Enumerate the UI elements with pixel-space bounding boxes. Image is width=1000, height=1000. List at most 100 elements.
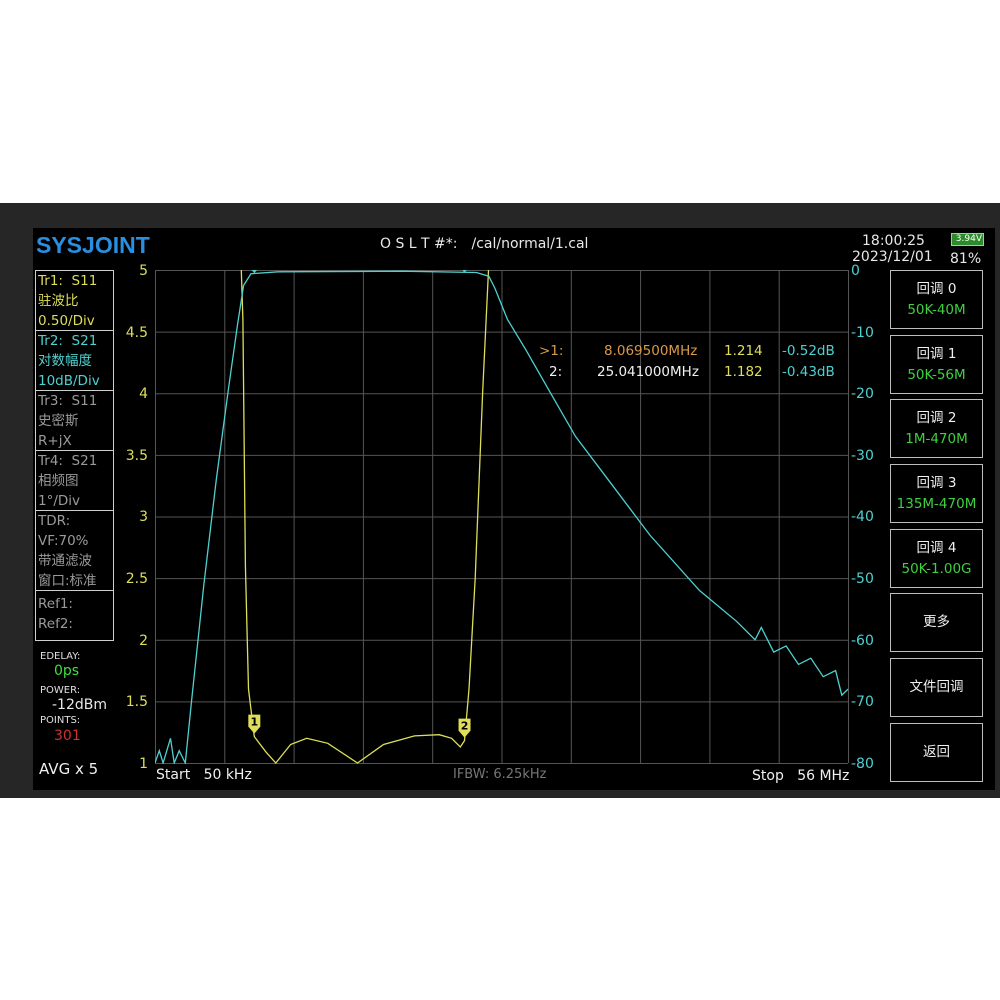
ref1-label: Ref1: [38, 596, 73, 612]
button-label: 文件回调 [909, 679, 964, 695]
start-frequency[interactable]: Start 50 kHz [156, 767, 252, 783]
left-axis-tick: 1.5 [125, 694, 148, 711]
button-range: 50K-40M [907, 301, 966, 318]
left-axis-tick: 2.5 [125, 571, 148, 587]
left-axis-tick: 4 [139, 386, 148, 403]
trace-2-box[interactable]: Tr2: S21 对数幅度 10dB/Div [35, 330, 114, 391]
freq-main: 25.041 [597, 364, 645, 380]
marker-2-freq: 25.041000MHz [597, 364, 699, 380]
tdr-window: 窗口:标准 [38, 573, 97, 589]
right-axis-tick: -40 [851, 509, 874, 526]
button-label: 回调 3 [916, 474, 957, 491]
marker-2-s21: -0.43dB [782, 364, 835, 380]
ifbw-status: IFBW: 6.25kHz [453, 767, 547, 782]
right-axis-tick: -10 [851, 324, 874, 341]
right-axis-tick: -80 [851, 755, 874, 772]
points-value: 301 [54, 728, 81, 744]
left-axis-tick: 3 [139, 509, 148, 526]
trace-scale: 10dB/Div [38, 373, 100, 389]
marker-1-id: >1: [539, 343, 564, 359]
recall-0-button[interactable]: 回调 0 50K-40M [890, 270, 983, 329]
trace-scale: 0.50/Div [38, 313, 95, 329]
power-label: POWER: [40, 685, 81, 696]
button-label: 返回 [923, 744, 950, 760]
marker-1-s21: -0.52dB [782, 343, 835, 359]
right-axis-tick: -50 [851, 571, 874, 587]
trace-3-box[interactable]: Tr3: S11 史密斯 R+jX [35, 390, 114, 451]
back-button[interactable]: 返回 [890, 723, 983, 782]
trace-format: 驻波比 [38, 293, 79, 309]
trace-scale: R+jX [38, 433, 72, 449]
right-axis-tick: -30 [851, 447, 874, 464]
marker-2-id: 2: [549, 364, 563, 380]
marker-1-swr: 1.214 [724, 343, 763, 359]
left-axis-tick: 3.5 [125, 447, 148, 464]
averaging-status: AVG x 5 [39, 760, 99, 778]
marker-1-s11-icon-label: 1 [250, 716, 258, 729]
trace-format: 相频图 [38, 473, 79, 489]
trace-name: Tr3: [38, 393, 63, 409]
file-recall-button[interactable]: 文件回调 [890, 658, 983, 717]
button-label: 回调 4 [916, 539, 957, 556]
cal-file: /cal/normal/1.cal [471, 236, 589, 252]
button-label: 回调 0 [916, 280, 957, 297]
clock-date: 2023/12/01 [852, 249, 933, 265]
recall-3-button[interactable]: 回调 3 135M-470M [890, 464, 983, 523]
trace-name: Tr4: [38, 453, 63, 469]
ref-box[interactable]: Ref1: Ref2: [35, 590, 114, 641]
stop-label: Stop [752, 768, 784, 784]
trace-name: Tr1: [38, 273, 63, 289]
start-value: 50 kHz [203, 767, 252, 783]
right-axis-tick: 0 [851, 263, 860, 279]
stop-value: 56 MHz [797, 768, 850, 784]
left-axis-tick: 5 [139, 263, 148, 279]
marker-2-s11-icon-label: 2 [461, 720, 469, 733]
tdr-title: TDR: [38, 513, 71, 529]
freq-sub: 500MHz [642, 343, 698, 359]
edelay-label: EDELAY: [40, 651, 81, 662]
trace-param: S11 [71, 273, 98, 289]
trace-format: 史密斯 [38, 413, 79, 429]
right-axis-tick: -20 [851, 386, 874, 403]
trace-name: Tr2: [38, 333, 63, 349]
tdr-mode: 带通滤波 [38, 553, 92, 569]
trace-param: S11 [71, 393, 98, 409]
power-value: -12dBm [52, 697, 107, 713]
edelay-value: 0ps [54, 663, 80, 679]
sysjoint-logo: SYSJOINT [36, 232, 150, 258]
button-label: 更多 [923, 614, 950, 630]
more-button[interactable]: 更多 [890, 593, 983, 652]
freq-main: 8.069 [604, 343, 643, 359]
calibration-status: O S L T #*: /cal/normal/1.cal [380, 236, 602, 252]
battery-icon: 3.94V [951, 233, 984, 246]
button-range: 135M-470M [896, 495, 977, 512]
trace-4-box[interactable]: Tr4: S21 相频图 1°/Div [35, 450, 114, 511]
start-label: Start [156, 767, 191, 783]
button-range: 50K-1.00G [901, 560, 972, 577]
freq-sub: 000MHz [644, 364, 699, 380]
ref2-label: Ref2: [38, 616, 73, 632]
right-axis-tick: -60 [851, 632, 874, 649]
trace-format: 对数幅度 [38, 353, 92, 369]
trace-scale: 1°/Div [38, 493, 81, 509]
button-label: 回调 1 [916, 345, 957, 362]
tdr-vf: VF:70% [38, 533, 89, 549]
button-range: 50K-56M [907, 366, 966, 383]
trace-1-box[interactable]: Tr1: S11 驻波比 0.50/Div [35, 270, 114, 331]
stop-frequency[interactable]: Stop 56 MHz [752, 768, 849, 784]
trace-param: S21 [71, 453, 98, 469]
tdr-box[interactable]: TDR: VF:70% 带通滤波 窗口:标准 [35, 510, 114, 591]
marker-2-swr: 1.182 [724, 364, 763, 380]
left-axis-tick: 4.5 [125, 324, 148, 341]
recall-4-button[interactable]: 回调 4 50K-1.00G [890, 529, 983, 588]
cal-label: O S L T #*: [380, 236, 458, 252]
button-label: 回调 2 [916, 409, 957, 426]
clock-time: 18:00:25 [862, 233, 925, 249]
left-axis-tick: 1 [139, 755, 148, 772]
recall-1-button[interactable]: 回调 1 50K-56M [890, 335, 983, 394]
button-range: 1M-470M [905, 430, 968, 447]
recall-2-button[interactable]: 回调 2 1M-470M [890, 399, 983, 458]
points-label: POINTS: [40, 715, 81, 726]
right-axis-tick: -70 [851, 694, 874, 711]
battery-percent: 81% [950, 251, 982, 267]
